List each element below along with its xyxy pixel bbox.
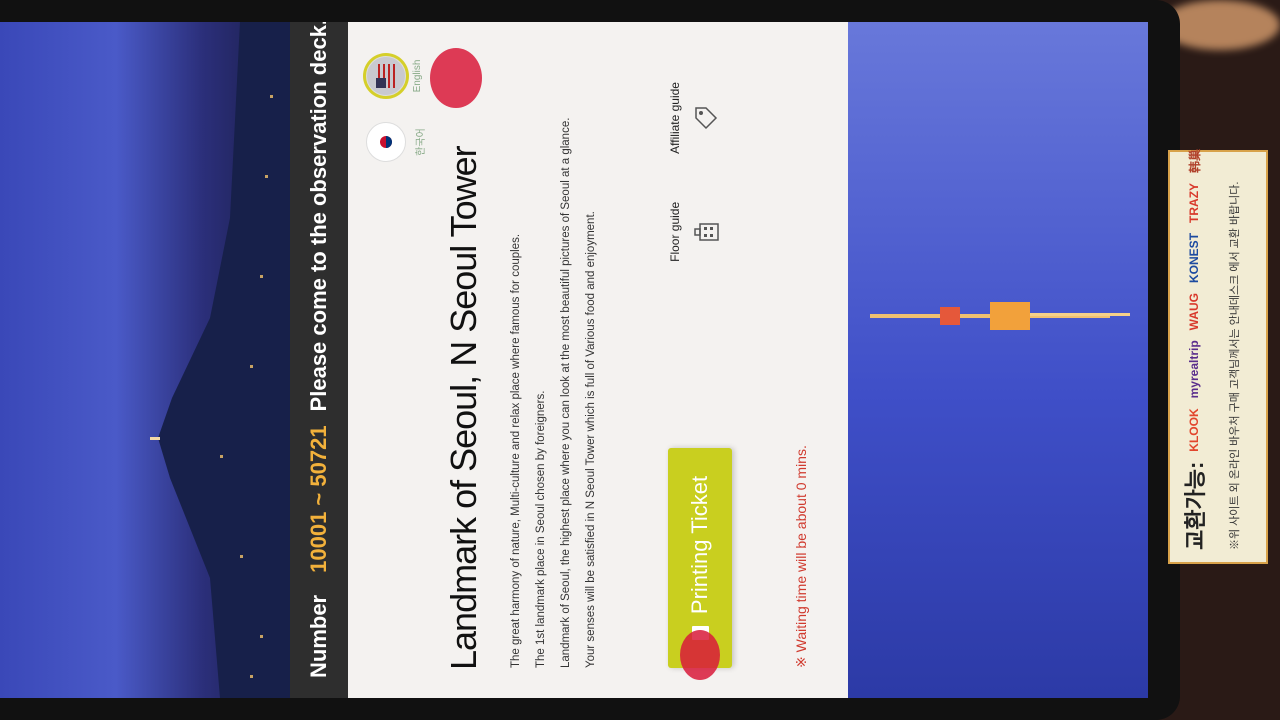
sticker-content: 교환가능: KLOOK myrealtrip WAUG KONEST TRAZY… [1170,149,1266,562]
guide-links: Floor guide Affiliate guide [668,82,720,262]
printing-ticket-label: Printing Ticket [687,475,712,615]
description-line: The 1st landmark place in Seoul chosen b… [535,390,547,668]
rotated-content: Number 10001 ~ 50721 Please come to the … [0,22,1148,698]
korea-flag-icon [366,122,406,162]
affiliate-guide-label: Affiliate guide [668,82,682,154]
description-line: Your senses will be satisfied in N Seoul… [585,211,597,668]
waiting-time-notice: ※ Waiting time will be about 0 mins. [793,445,809,668]
sticker-headline: 교환가능: KLOOK myrealtrip WAUG KONEST TRAZY… [1178,149,1210,550]
brand-logo: KONEST [1187,232,1201,283]
floor-guide-label: Floor guide [668,201,682,262]
sticker-note: ※위 사이트 외 온라인 바우처 구매 고객님께서는 안내데스크 에서 교환 바… [1229,181,1241,550]
kiosk-screen: Number 10001 ~ 50721 Please come to the … [0,22,1148,698]
number-label: Number [306,594,331,678]
page-title: Landmark of Seoul, N Seoul Tower [443,146,484,670]
exchange-label: 교환가능: [1183,461,1208,550]
language-label: 한국어 [416,128,427,156]
language-english[interactable]: English [366,56,427,96]
affiliate-guide-button[interactable]: Affiliate guide [668,82,720,154]
language-label: English [412,59,423,93]
brand-logo: KLOOK [1187,408,1201,452]
observation-message: Please come to the observation deck. [306,22,331,412]
brand-logo: WAUG [1187,292,1201,331]
brand-logo: TRAZY [1187,182,1201,223]
seoul-night-photo [0,22,290,698]
description-line: Landmark of Seoul, the highest place whe… [560,117,572,668]
queue-number-bar: Number 10001 ~ 50721 Please come to the … [290,22,348,698]
kiosk-bezel: Number 10001 ~ 50721 Please come to the … [0,0,1180,720]
n-seoul-tower-image [870,302,1130,330]
red-smudge [680,630,720,680]
language-korean[interactable]: 한국어 [366,122,427,162]
info-panel: 한국어 English Landmark of Seoul, N Seoul T… [348,22,848,698]
description-line: The great harmony of nature, Multi-cultu… [510,233,522,668]
brand-logo: myrealtrip [1187,340,1201,399]
red-smudge [430,48,482,108]
number-range: 10001 ~ 50721 [306,425,331,573]
floor-guide-button[interactable]: Floor guide [668,202,720,262]
voucher-exchange-sticker: 교환가능: KLOOK myrealtrip WAUG KONEST TRAZY… [1168,149,1268,564]
usa-flag-icon [366,56,406,96]
city-skyline-image [150,22,290,698]
tag-icon [695,107,718,129]
description: The great harmony of nature, Multi-cultu… [508,68,608,668]
building-icon [694,223,719,241]
language-selector: 한국어 English [366,56,427,162]
brand-logo: 韩巢 [1187,148,1202,173]
